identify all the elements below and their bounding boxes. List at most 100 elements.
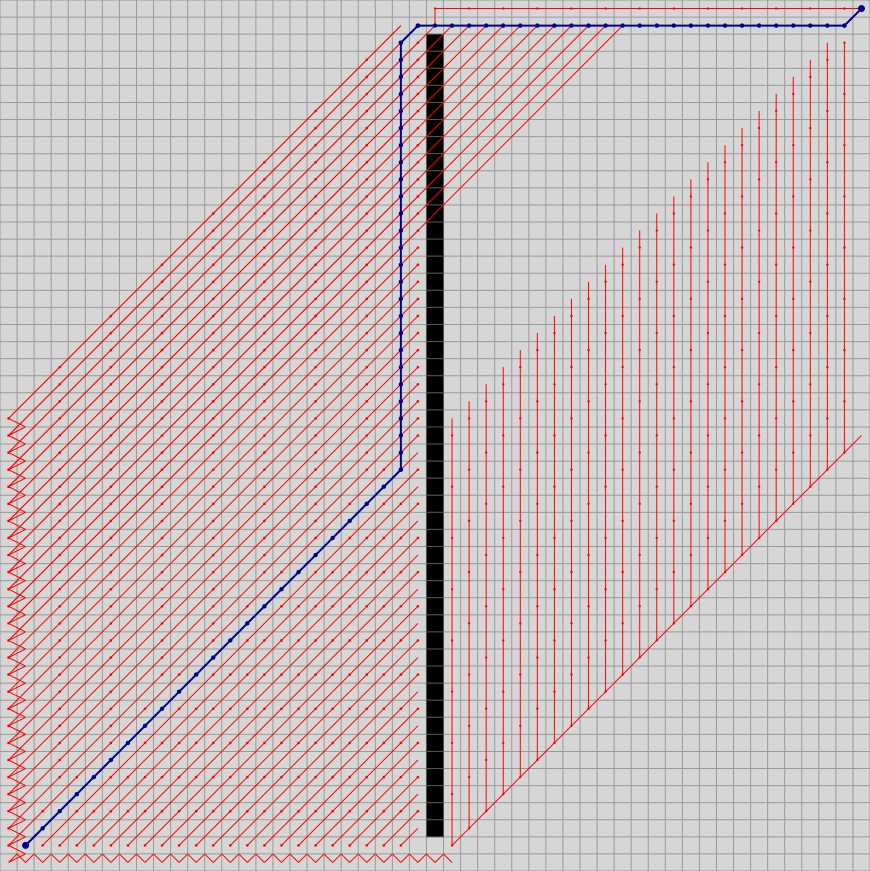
explored-node: [348, 741, 352, 745]
explored-node: [416, 707, 420, 711]
explored-node: [826, 161, 829, 164]
explored-node: [587, 656, 590, 659]
explored-node: [331, 570, 334, 574]
explored-edge: [315, 742, 419, 846]
wall-cell: [425, 460, 445, 479]
explored-node: [314, 451, 317, 454]
explored-node: [553, 434, 556, 437]
explored-node: [331, 707, 334, 711]
path-node: [432, 23, 438, 28]
explored-node: [809, 229, 812, 232]
explored-node: [177, 844, 181, 847]
path-node: [296, 569, 301, 575]
explored-node: [570, 7, 573, 10]
explored-node: [211, 639, 215, 642]
explored-node: [399, 809, 403, 813]
explored-node: [416, 365, 420, 369]
explored-node: [621, 314, 624, 318]
explored-node: [160, 587, 164, 591]
explored-node: [58, 707, 62, 711]
explored-node: [160, 639, 164, 642]
explored-node: [263, 519, 266, 523]
explored-node: [672, 263, 676, 266]
explored-node: [689, 502, 693, 506]
explored-node: [280, 604, 283, 608]
explored-node: [382, 570, 386, 574]
explored-edge: [383, 810, 419, 846]
wall-cell: [425, 306, 445, 325]
path-node: [398, 91, 404, 97]
path-node: [398, 467, 404, 472]
wall-cell: [425, 494, 445, 513]
explored-node: [672, 365, 676, 369]
wall-cell: [425, 750, 445, 770]
explored-node: [536, 656, 539, 659]
explored-node: [757, 331, 761, 335]
path-node: [91, 774, 97, 780]
explored-node: [365, 297, 369, 301]
explored-node: [194, 844, 198, 847]
explored-node: [689, 246, 693, 249]
explored-node: [160, 519, 164, 523]
explored-node: [570, 314, 573, 318]
explored-node: [297, 844, 300, 847]
explored-node: [638, 7, 641, 10]
explored-edge: [221, 853, 231, 863]
explored-node: [348, 604, 352, 608]
path-node: [74, 791, 79, 797]
explored-node: [143, 809, 147, 813]
explored-node: [792, 348, 795, 352]
path-node: [398, 416, 404, 421]
explored-edge: [306, 853, 316, 863]
explored-node: [826, 314, 829, 318]
path-node: [705, 23, 711, 28]
explored-node: [672, 7, 676, 10]
wall-cell: [425, 426, 445, 445]
explored-node: [655, 280, 658, 283]
explored-node: [314, 741, 317, 745]
explored-node: [160, 656, 164, 659]
explored-edge: [84, 853, 95, 863]
wall-cell: [425, 221, 445, 240]
explored-node: [331, 775, 334, 779]
path-node: [739, 23, 745, 28]
explored-node: [211, 502, 215, 506]
explored-node: [246, 639, 249, 642]
explored-edge: [212, 853, 223, 863]
explored-node: [723, 212, 727, 215]
explored-node: [41, 809, 44, 813]
wall-cell: [425, 802, 445, 821]
explored-node: [399, 570, 403, 574]
explored-node: [211, 809, 215, 813]
explored-node: [263, 775, 266, 779]
explored-node: [706, 485, 710, 488]
explored-node: [416, 502, 420, 506]
explored-node: [263, 451, 266, 454]
path-node: [228, 638, 233, 643]
explored-node: [416, 348, 420, 352]
explored-edge: [127, 853, 137, 863]
explored-node: [280, 673, 283, 676]
explored-node: [809, 75, 812, 79]
wall-cell: [425, 819, 445, 838]
explored-node: [365, 604, 369, 608]
explored-node: [246, 604, 249, 608]
explored-node: [348, 639, 352, 642]
explored-node: [467, 519, 471, 523]
explored-node: [484, 605, 488, 608]
explored-node: [211, 622, 215, 625]
explored-node: [416, 246, 420, 249]
explored-node: [211, 468, 215, 471]
wall-cell: [425, 528, 445, 548]
explored-node: [228, 741, 232, 745]
explored-node: [297, 741, 300, 745]
path-node: [791, 23, 796, 28]
explored-node: [399, 639, 403, 642]
explored-node: [740, 7, 744, 10]
wall-cell: [425, 597, 445, 616]
wall-cell: [425, 716, 445, 735]
explored-node: [655, 383, 658, 386]
explored-node: [399, 502, 403, 506]
explored-node: [484, 502, 488, 506]
explored-node: [280, 775, 283, 779]
